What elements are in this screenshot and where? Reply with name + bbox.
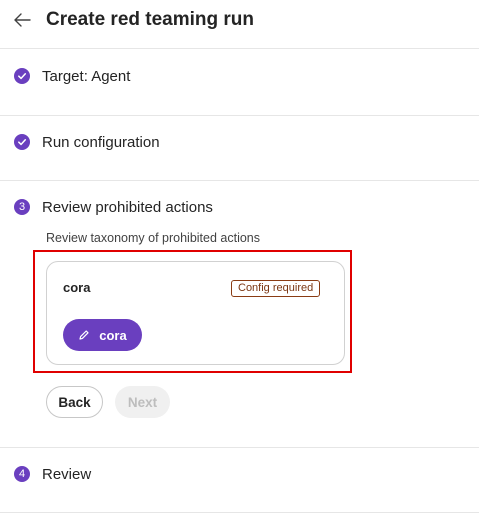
step-header: Target: Agent	[14, 66, 130, 86]
step-label: Review prohibited actions	[42, 198, 213, 216]
section-subtitle: Review taxonomy of prohibited actions	[46, 231, 261, 245]
page-header: Create red teaming run	[0, 0, 479, 49]
next-button[interactable]: Next	[115, 386, 170, 418]
create-run-page: Create red teaming run Target: Agent Run…	[0, 0, 479, 531]
highlight-box	[33, 250, 352, 373]
arrow-left-icon[interactable]	[12, 10, 32, 30]
numbered-circle-icon: 3	[14, 199, 30, 215]
check-circle-icon	[14, 134, 30, 150]
back-button[interactable]: Back	[46, 386, 103, 418]
numbered-circle-icon: 4	[14, 466, 30, 482]
step-header: 4 Review	[14, 464, 91, 484]
step-label: Target: Agent	[42, 67, 131, 85]
page-title: Create red teaming run	[46, 9, 254, 30]
step-label: Review	[42, 465, 92, 483]
step-run-configuration[interactable]: Run configuration	[0, 116, 479, 181]
step-header: 3 Review prohibited actions	[14, 197, 213, 217]
step-header: Run configuration	[14, 132, 160, 152]
step-review[interactable]: 4 Review	[0, 448, 479, 512]
step-target-agent[interactable]: Target: Agent	[0, 49, 479, 116]
divider	[0, 512, 479, 513]
step-label: Run configuration	[42, 133, 160, 151]
check-circle-icon	[14, 68, 30, 84]
